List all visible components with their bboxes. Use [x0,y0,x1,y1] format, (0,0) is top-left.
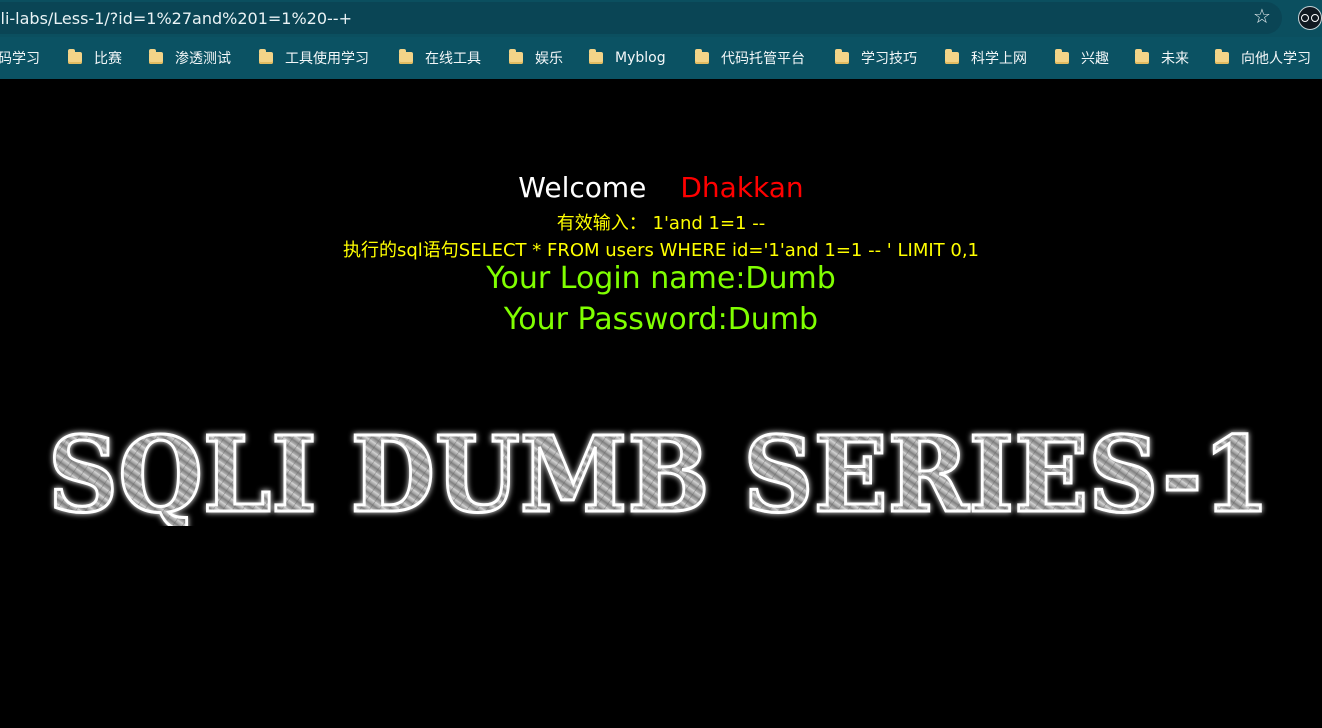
welcome-heading: Welcome Dhakkan [0,171,1322,204]
bookmark-label: 比赛 [94,51,122,67]
bookmark-label: 渗透测试 [175,51,231,67]
bookmark-label: 代码托管平台 [721,51,805,67]
folder-icon [695,49,709,64]
bookmark-label: 学习技巧 [861,51,917,67]
url-text[interactable]: sqli-labs/Less-1/?id=1%27and%201=1%20--+ [0,9,352,28]
bookmark-item[interactable]: 比赛 [68,37,122,79]
bookmark-item[interactable]: Myblog [589,37,666,79]
bookmark-label: 娱乐 [535,51,563,67]
bookmark-item[interactable]: 码学习 [0,37,40,79]
folder-icon [835,49,849,64]
folder-icon [1135,49,1149,64]
browser-address-bar: sqli-labs/Less-1/?id=1%27and%201=1%20--+… [0,0,1322,37]
bookmark-label: 工具使用学习 [285,51,369,67]
welcome-name: Dhakkan [680,171,804,204]
folder-icon [945,49,959,64]
series-banner: SQLI DUMB SERIES-1 [44,416,1274,526]
banner-text: SQLI DUMB SERIES-1 [48,416,1270,526]
bookmark-label: 码学习 [0,51,40,67]
folder-icon [259,49,273,64]
folder-icon [589,49,603,64]
bookmarks-bar: 码学习 比赛 渗透测试 工具使用学习 在线工具 娱乐 Myblog 代码托管平台… [0,37,1322,79]
bookmark-label: 在线工具 [425,51,481,67]
folder-icon [149,49,163,64]
series-banner-graphic: SQLI DUMB SERIES-1 [47,416,1272,526]
bookmark-item[interactable]: 代码托管平台 [695,37,805,79]
bookmark-star-icon[interactable]: ☆ [1250,4,1274,28]
bookmark-item[interactable]: 渗透测试 [149,37,231,79]
profile-icon[interactable] [1298,6,1322,30]
welcome-label: Welcome [518,171,647,204]
folder-icon [399,49,413,64]
bookmark-label: 未来 [1161,51,1189,67]
bookmark-item[interactable]: 娱乐 [509,37,563,79]
folder-icon [1055,49,1069,64]
bookmark-label: 向他人学习 [1241,51,1311,67]
bookmark-label: 科学上网 [971,51,1027,67]
bookmark-item[interactable]: 兴趣 [1055,37,1109,79]
bookmark-label: 兴趣 [1081,51,1109,67]
executed-sql-text: 执行的sql语句SELECT * FROM users WHERE id='1'… [342,240,979,261]
url-field[interactable]: sqli-labs/Less-1/?id=1%27and%201=1%20--+ [0,2,1282,34]
bookmark-item[interactable]: 学习技巧 [835,37,917,79]
bookmark-item[interactable]: 工具使用学习 [259,37,369,79]
page-content: Welcome Dhakkan 有效输入： 1'and 1=1 -- 执行的sql… [0,80,1322,728]
login-name-text: Your Login name:Dumb [486,261,836,296]
password-text: Your Password:Dumb [503,302,819,337]
bookmark-label: Myblog [615,50,666,66]
folder-icon [68,49,82,64]
bookmark-item[interactable]: 未来 [1135,37,1189,79]
folder-icon [509,49,523,64]
bookmark-item[interactable]: 向他人学习 [1215,37,1311,79]
bookmark-item[interactable]: 科学上网 [945,37,1027,79]
folder-icon [1215,49,1229,64]
valid-input-text: 有效输入： 1'and 1=1 -- [556,213,766,234]
bookmark-item[interactable]: 在线工具 [399,37,481,79]
